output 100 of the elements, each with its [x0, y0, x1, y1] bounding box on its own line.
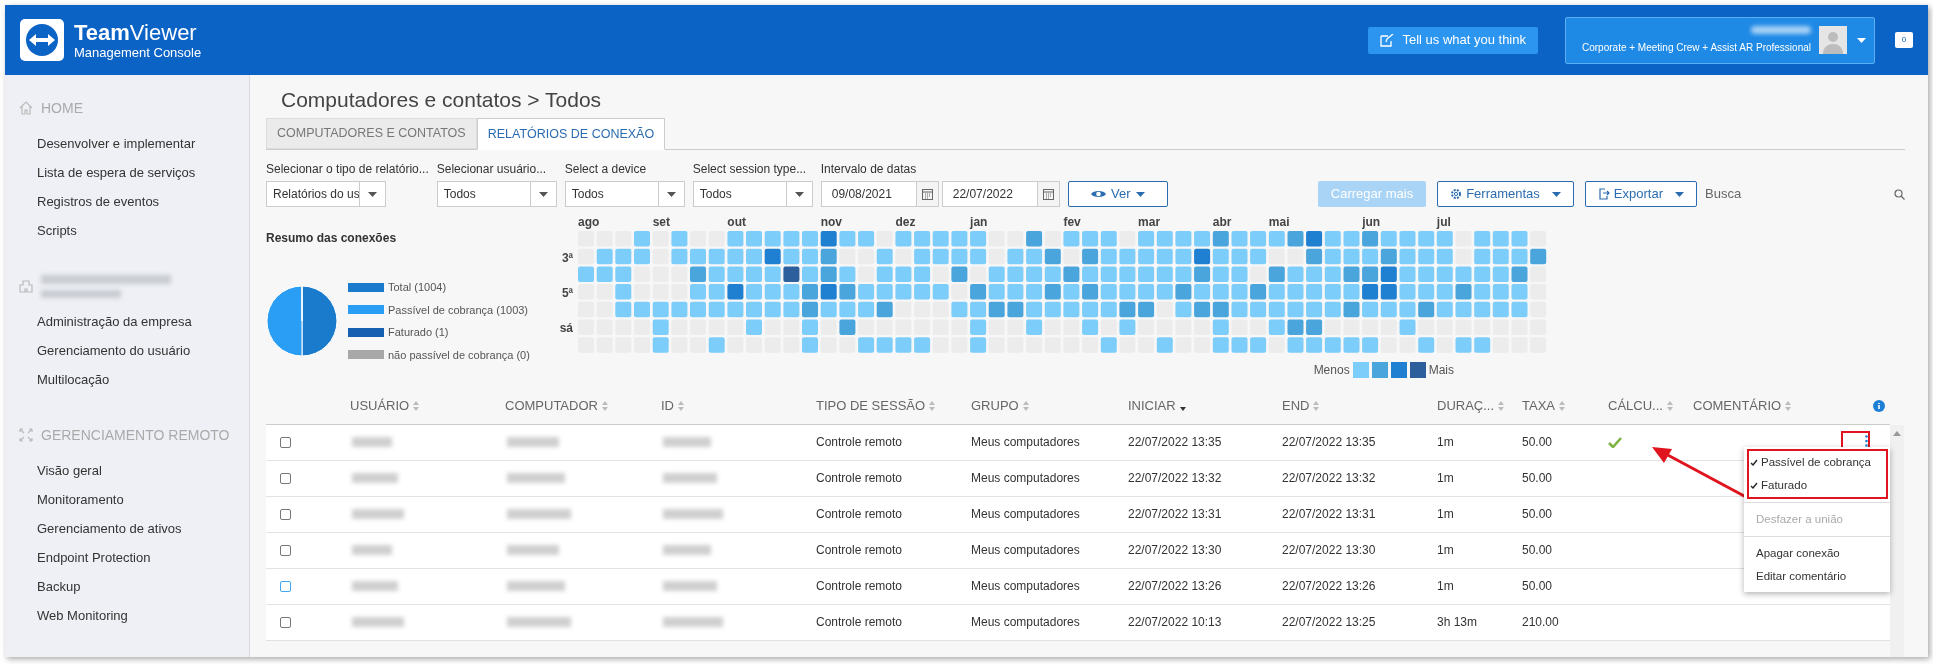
caret-icon: [1857, 37, 1866, 43]
scroll-up-icon[interactable]: [1893, 431, 1901, 436]
column-header[interactable]: USUÁRIO: [350, 398, 410, 414]
table-cell: 22/07/2022 10:13: [1128, 615, 1222, 629]
menu-item[interactable]: Passível de cobrança: [1744, 451, 1890, 474]
select-field[interactable]: Relatórios do us: [266, 181, 386, 207]
column-header[interactable]: TAXA: [1522, 398, 1555, 414]
logo-text: TeamViewer: [74, 21, 198, 45]
column-header[interactable]: COMPUTADOR: [505, 398, 598, 414]
menu-item[interactable]: Apagar conexão: [1744, 542, 1890, 565]
redacted-text: [507, 509, 571, 519]
filter-label: Selecionar o tipo de relatório...: [266, 161, 429, 178]
export-icon: [1597, 188, 1610, 200]
select-field[interactable]: Todos: [692, 181, 813, 207]
select-field[interactable]: Todos: [564, 181, 685, 207]
table-cell: 22/07/2022 13:35: [1128, 435, 1222, 449]
column-header[interactable]: COMENTÁRIO: [1693, 398, 1782, 414]
sidebar-item[interactable]: Multilocação: [5, 365, 110, 394]
search-field[interactable]: Busca: [1705, 184, 1894, 204]
month-label: jan: [970, 214, 988, 231]
info-icon[interactable]: [1873, 400, 1885, 412]
redacted-text: [507, 545, 559, 555]
column-header[interactable]: INICIAR: [1128, 398, 1176, 414]
caret-icon: [1551, 191, 1561, 197]
select-field[interactable]: Todos: [436, 181, 557, 207]
checkbox[interactable]: [280, 472, 291, 484]
legend-label: Total (1004): [388, 280, 447, 295]
checkbox[interactable]: [280, 436, 291, 448]
calendar-icon: [921, 188, 933, 200]
redacted-text: [663, 581, 717, 591]
table-cell: Meus computadores: [971, 579, 1080, 593]
menu-item[interactable]: Faturado: [1744, 474, 1890, 497]
sort-icon[interactable]: [1498, 401, 1505, 411]
checkbox[interactable]: [280, 508, 291, 520]
menu-item: Desfazer a união: [1755, 511, 1844, 527]
date-field[interactable]: 22/07/2022: [941, 181, 1060, 207]
sidebar-item[interactable]: Endpoint Protection: [5, 543, 151, 572]
month-label: abr: [1212, 214, 1232, 231]
sidebar-item[interactable]: Monitoramento: [5, 485, 124, 514]
page-title: Computadores e contatos > Todos: [280, 87, 603, 113]
building-icon: [19, 279, 33, 293]
notification-count: 0: [1901, 36, 1907, 44]
sidebar-item[interactable]: Backup: [5, 572, 81, 601]
sidebar-item[interactable]: Gerenciamento do usuário: [5, 336, 191, 365]
sort-icon[interactable]: [1666, 401, 1673, 411]
table-cell: 22/07/2022 13:32: [1282, 471, 1376, 485]
legend-label: não passível de cobrança (0): [388, 347, 530, 363]
table-cell: 22/07/2022 13:26: [1128, 579, 1222, 593]
column-header[interactable]: ID: [661, 398, 674, 414]
toolbar-button[interactable]: Ferramentas: [1437, 181, 1574, 207]
sort-icon[interactable]: [1022, 401, 1029, 411]
legend-swatch: [1409, 362, 1426, 378]
sidebar-item[interactable]: Gerenciamento de ativos: [5, 514, 182, 543]
avatar-icon: [1819, 26, 1847, 54]
sort-icon[interactable]: [1785, 401, 1792, 411]
table-cell: 22/07/2022 13:32: [1128, 471, 1222, 485]
sidebar-item[interactable]: Visão geral: [5, 456, 102, 485]
table-cell: Controle remoto: [816, 471, 903, 485]
redacted-text: [663, 473, 717, 483]
redacted-text: [663, 545, 711, 555]
redacted-text: [352, 617, 404, 627]
toolbar-button[interactable]: Exportar: [1584, 181, 1697, 207]
account-menu[interactable]: Corporate + Meeting Crew + Assist AR Professional: [1565, 16, 1875, 64]
caret-icon: [1675, 191, 1684, 197]
date-field[interactable]: 09/08/2021: [820, 181, 939, 207]
column-header[interactable]: GRUPO: [971, 398, 1019, 414]
notification-button[interactable]: 0: [1895, 32, 1913, 48]
sidebar-item[interactable]: Scripts: [5, 216, 77, 245]
table-cell: 1m: [1437, 579, 1454, 593]
column-header[interactable]: CÁLCU...: [1608, 398, 1663, 414]
sort-icon[interactable]: [413, 401, 420, 411]
sort-icon[interactable]: [601, 401, 608, 411]
tab[interactable]: COMPUTADORES E CONTATOS: [266, 118, 477, 149]
column-header[interactable]: END: [1282, 398, 1310, 414]
column-header[interactable]: DURAÇ...: [1437, 398, 1495, 414]
sidebar-item[interactable]: Registros de eventos: [5, 187, 160, 216]
checkbox[interactable]: [280, 616, 291, 628]
sidebar-item[interactable]: Desenvolver e implementar: [5, 129, 196, 158]
filter-label: Select session type...: [692, 161, 808, 178]
search-icon: [1894, 188, 1905, 200]
checkbox[interactable]: [280, 580, 291, 592]
table-cell: 50.00: [1522, 579, 1553, 593]
scrollbar[interactable]: [1890, 425, 1904, 657]
sidebar-item[interactable]: Web Monitoring: [5, 601, 128, 630]
table-cell: 50.00: [1522, 471, 1553, 485]
sort-icon[interactable]: [929, 401, 936, 411]
table-cell: 50.00: [1522, 507, 1553, 521]
column-header[interactable]: TIPO DE SESSÃO: [816, 398, 926, 414]
tab[interactable]: RELATÓRIOS DE CONEXÃO: [476, 118, 666, 150]
sort-icon[interactable]: [678, 401, 684, 411]
view-button[interactable]: Ver: [1067, 181, 1168, 207]
month-label: nov: [820, 214, 843, 231]
month-label: mai: [1268, 214, 1290, 231]
sidebar-item[interactable]: Lista de espera de serviços: [5, 158, 196, 187]
checkbox[interactable]: [280, 544, 291, 556]
menu-item[interactable]: Editar comentário: [1744, 565, 1890, 588]
sidebar-item[interactable]: Administração da empresa: [5, 307, 192, 336]
sort-icon[interactable]: [1313, 401, 1320, 411]
table-cell: 50.00: [1522, 543, 1553, 557]
sort-icon[interactable]: [1559, 401, 1565, 411]
